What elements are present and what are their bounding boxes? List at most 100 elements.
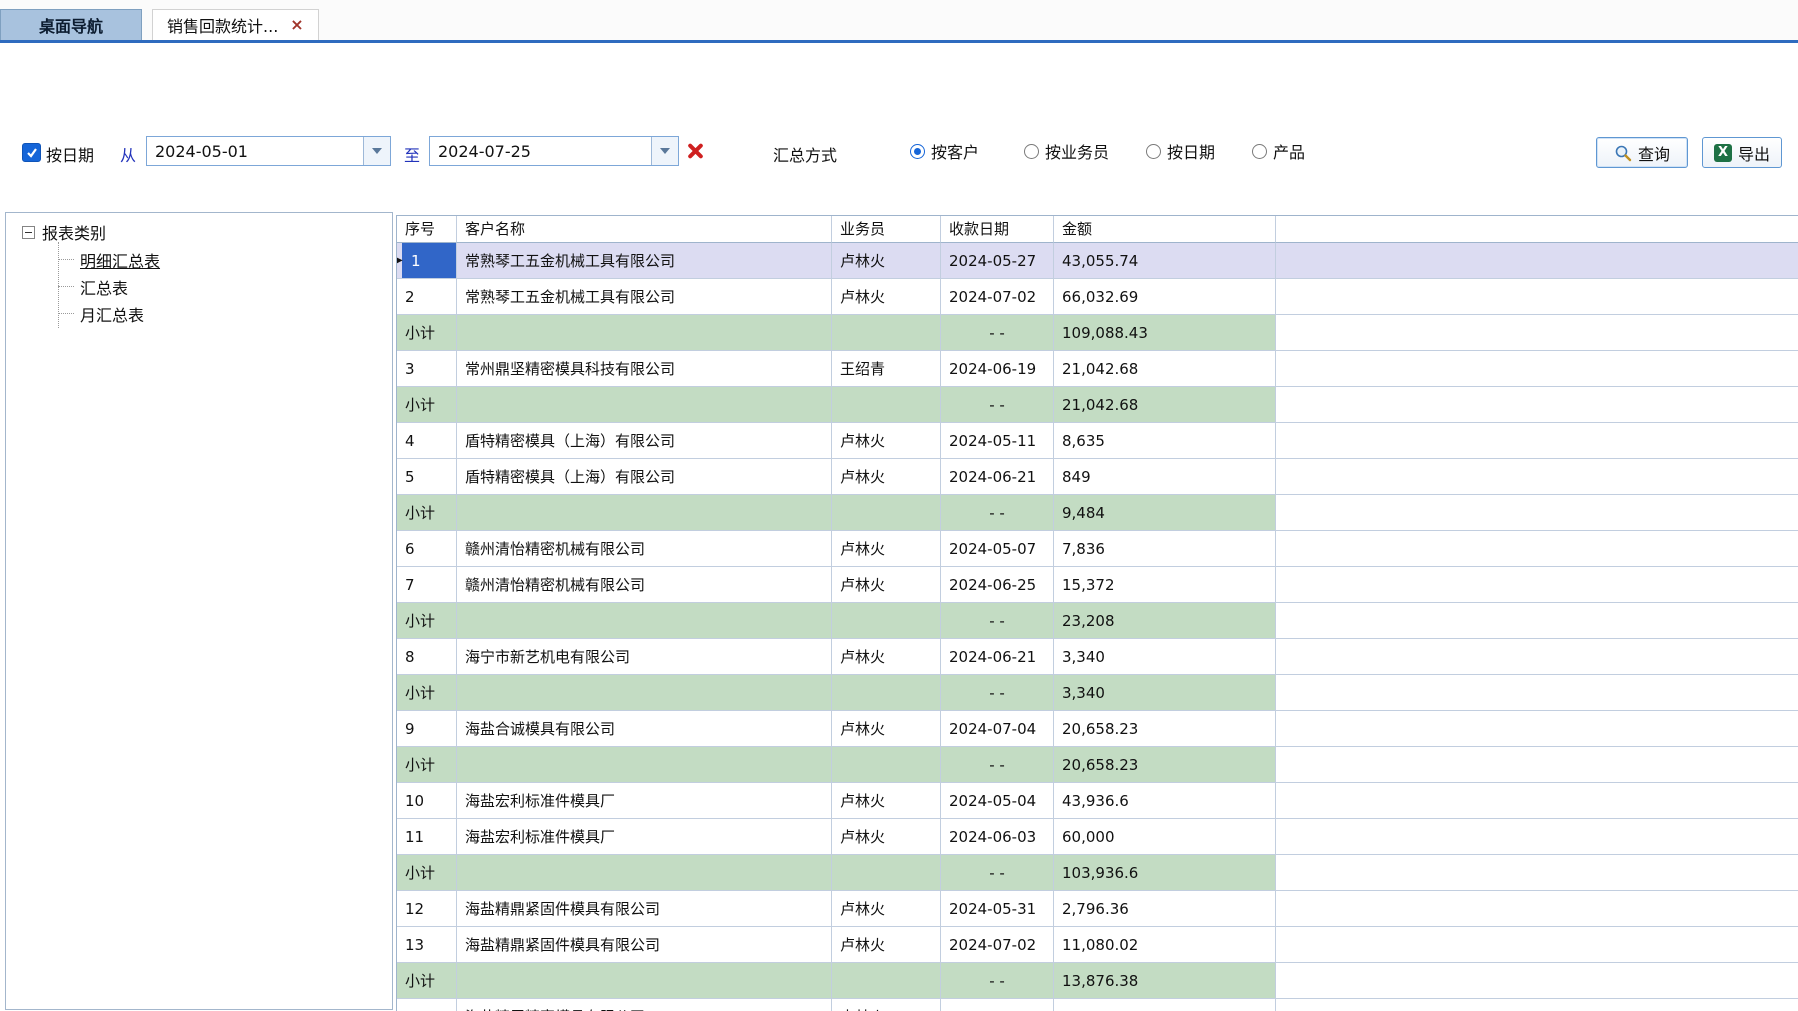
cell-filler[interactable]: [1276, 927, 1798, 963]
cell-customer[interactable]: [457, 315, 832, 351]
cell-date[interactable]: - -: [941, 855, 1054, 891]
cell-amount[interactable]: 7,836: [1054, 531, 1276, 567]
cell-filler[interactable]: [1276, 243, 1798, 279]
cell-no[interactable]: 12: [397, 891, 457, 927]
cell-salesperson[interactable]: 卢林火: [832, 783, 941, 819]
cell-date[interactable]: 2024-06-21: [941, 459, 1054, 495]
cell-date[interactable]: - -: [941, 675, 1054, 711]
cell-amount[interactable]: 3,340: [1054, 639, 1276, 675]
cell-date[interactable]: - -: [941, 963, 1054, 999]
subtotal-row[interactable]: 小计- -109,088.43: [397, 315, 1798, 351]
cell-amount[interactable]: 21,042.68: [1054, 387, 1276, 423]
cell-salesperson[interactable]: 卢林火: [832, 891, 941, 927]
subtotal-row[interactable]: 小计- -103,936.6: [397, 855, 1798, 891]
cell-date[interactable]: 2024-07-02: [941, 279, 1054, 315]
cell-salesperson[interactable]: 卢林火: [832, 927, 941, 963]
cell-no[interactable]: 14: [397, 999, 457, 1011]
cell-subtotal-label[interactable]: 小计: [397, 315, 457, 351]
cell-no[interactable]: 7: [397, 567, 457, 603]
cell-amount[interactable]: 849: [1054, 459, 1276, 495]
subtotal-row[interactable]: 小计- -9,484: [397, 495, 1798, 531]
cell-date[interactable]: - -: [941, 747, 1054, 783]
cell-salesperson[interactable]: 卢林火: [832, 459, 941, 495]
table-row[interactable]: 10海盐宏利标准件模具厂卢林火2024-05-0443,936.6: [397, 783, 1798, 819]
to-date-dropdown[interactable]: 2024-07-25: [429, 136, 679, 166]
cell-filler[interactable]: [1276, 639, 1798, 675]
cell-amount[interactable]: 11,080.02: [1054, 927, 1276, 963]
cell-salesperson[interactable]: 卢林火: [832, 639, 941, 675]
cell-amount[interactable]: 20,658.23: [1054, 747, 1276, 783]
cell-amount[interactable]: 8,635: [1054, 423, 1276, 459]
cell-amount[interactable]: 9,484: [1054, 495, 1276, 531]
cell-no[interactable]: 9: [397, 711, 457, 747]
by-date-checkbox[interactable]: [22, 143, 41, 162]
cell-subtotal-label[interactable]: 小计: [397, 603, 457, 639]
header-no[interactable]: 序号: [397, 216, 457, 243]
cell-amount[interactable]: 43,055.74: [1054, 243, 1276, 279]
cell-subtotal-label[interactable]: 小计: [397, 963, 457, 999]
cell-customer[interactable]: 海盐精鼎紧固件模具有限公司: [457, 891, 832, 927]
cell-customer[interactable]: 海宁市新艺机电有限公司: [457, 639, 832, 675]
cell-salesperson[interactable]: [832, 855, 941, 891]
close-tab-icon[interactable]: ×: [290, 17, 303, 33]
cell-date[interactable]: 2024-06-19: [941, 351, 1054, 387]
radio-by-customer[interactable]: 按客户: [910, 140, 979, 162]
cell-date[interactable]: 2024-07-02: [941, 927, 1054, 963]
header-customer[interactable]: 客户名称: [457, 216, 832, 243]
subtotal-row[interactable]: 小计- -20,658.23: [397, 747, 1798, 783]
cell-filler[interactable]: [1276, 423, 1798, 459]
tree-root-report-category[interactable]: 报表类别: [6, 213, 392, 244]
cell-date[interactable]: 2024-07-04: [941, 711, 1054, 747]
cell-no[interactable]: 6: [397, 531, 457, 567]
cell-no[interactable]: 2: [397, 279, 457, 315]
cell-salesperson[interactable]: [832, 315, 941, 351]
cell-subtotal-label[interactable]: 小计: [397, 495, 457, 531]
table-row[interactable]: 7赣州清怡精密机械有限公司卢林火2024-06-2515,372: [397, 567, 1798, 603]
cell-salesperson[interactable]: 卢林火: [832, 279, 941, 315]
table-row[interactable]: 11海盐宏利标准件模具厂卢林火2024-06-0360,000: [397, 819, 1798, 855]
cell-customer[interactable]: 常熟琴工五金机械工具有限公司: [457, 279, 832, 315]
table-row[interactable]: 4盾特精密模具（上海）有限公司卢林火2024-05-118,635: [397, 423, 1798, 459]
cell-amount[interactable]: 21,042.68: [1054, 351, 1276, 387]
cell-customer[interactable]: 赣州清怡精密机械有限公司: [457, 567, 832, 603]
table-row[interactable]: 12海盐精鼎紧固件模具有限公司卢林火2024-05-312,796.36: [397, 891, 1798, 927]
table-row[interactable]: 9海盐合诚模具有限公司卢林火2024-07-0420,658.23: [397, 711, 1798, 747]
cell-customer[interactable]: 海盐精展精密模具有限公司: [457, 999, 832, 1011]
tree-item-detail-summary[interactable]: 明细汇总表: [58, 246, 392, 273]
cell-date[interactable]: 2024-06-03: [941, 819, 1054, 855]
cell-no[interactable]: 11: [397, 819, 457, 855]
cell-customer[interactable]: [457, 603, 832, 639]
cell-no[interactable]: 10: [397, 783, 457, 819]
tree-item-summary[interactable]: 汇总表: [58, 273, 392, 300]
tab-sales-payment-report[interactable]: 销售回款统计... ×: [152, 9, 319, 40]
header-salesperson[interactable]: 业务员: [832, 216, 941, 243]
cell-no[interactable]: 3: [397, 351, 457, 387]
cell-no[interactable]: 1: [397, 243, 457, 279]
clear-date-filter-icon[interactable]: [684, 140, 706, 162]
cell-customer[interactable]: 盾特精密模具（上海）有限公司: [457, 459, 832, 495]
cell-filler[interactable]: [1276, 999, 1798, 1011]
subtotal-row[interactable]: 小计- -23,208: [397, 603, 1798, 639]
cell-no[interactable]: 8: [397, 639, 457, 675]
cell-filler[interactable]: [1276, 711, 1798, 747]
cell-salesperson[interactable]: [832, 747, 941, 783]
cell-amount[interactable]: 43,936.6: [1054, 783, 1276, 819]
cell-salesperson[interactable]: 卢林火: [832, 567, 941, 603]
cell-amount[interactable]: 103,936.6: [1054, 855, 1276, 891]
table-row[interactable]: 14海盐精展精密模具有限公司卢林火2024-05-146,042.48: [397, 999, 1798, 1011]
cell-subtotal-label[interactable]: 小计: [397, 675, 457, 711]
cell-no[interactable]: 4: [397, 423, 457, 459]
cell-customer[interactable]: [457, 855, 832, 891]
cell-amount[interactable]: 66,032.69: [1054, 279, 1276, 315]
cell-date[interactable]: 2024-05-11: [941, 423, 1054, 459]
cell-salesperson[interactable]: [832, 387, 941, 423]
cell-filler[interactable]: [1276, 891, 1798, 927]
cell-amount[interactable]: 20,658.23: [1054, 711, 1276, 747]
cell-filler[interactable]: [1276, 747, 1798, 783]
cell-salesperson[interactable]: 卢林火: [832, 711, 941, 747]
cell-salesperson[interactable]: [832, 495, 941, 531]
cell-salesperson[interactable]: 卢林火: [832, 819, 941, 855]
cell-filler[interactable]: [1276, 783, 1798, 819]
cell-date[interactable]: 2024-05-07: [941, 531, 1054, 567]
cell-date[interactable]: - -: [941, 603, 1054, 639]
